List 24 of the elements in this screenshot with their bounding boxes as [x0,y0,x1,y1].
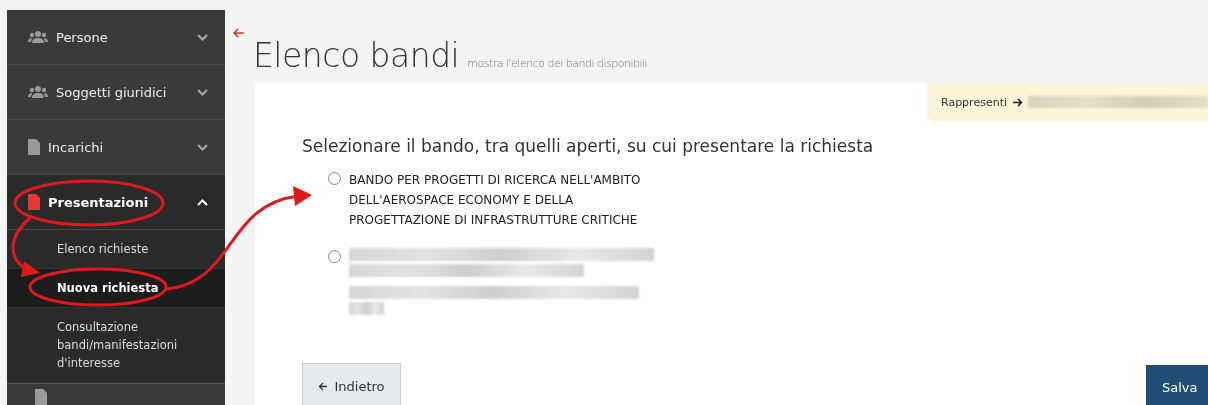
radio-button[interactable] [328,172,341,185]
document-icon [35,389,47,405]
arrow-right-icon [1012,97,1023,107]
chevron-up-icon [197,198,208,206]
users-icon [28,85,48,99]
option-label: BANDO PER PROGETTI DI RICERCA NELL'AMBITO DELL'AEROSPACE ECONOMY E DELLA PROGETTAZIONE DI INFRASTRUTTURE CRITICHE [349,172,642,229]
radio-button[interactable] [328,250,341,263]
back-arrow-icon[interactable] [233,28,245,38]
document-icon [28,194,40,210]
chevron-down-icon [197,143,208,151]
chevron-down-icon [197,33,208,41]
users-icon [28,30,48,44]
submenu-item[interactable]: Consultazione bandi/manifestazioni d'interesse [7,308,225,383]
chevron-down-icon [197,88,208,96]
document-icon [28,139,40,155]
save-button[interactable]: Salva [1146,365,1208,405]
submenu-item[interactable]: Elenco richieste [7,230,225,269]
arrow-left-icon [318,381,329,391]
back-button[interactable]: Indietro [302,363,401,405]
page-title: Elenco bandi [253,36,460,75]
form-question: Selezionare il bando, tra quelli aperti, su cui presentare la richiesta [302,136,875,156]
representation-label: Rappresenti [941,95,1007,109]
sidebar-item[interactable]: Presentazioni [7,175,225,230]
page-subtitle: mostra l'elenco dei bandi disponibili [467,57,648,70]
